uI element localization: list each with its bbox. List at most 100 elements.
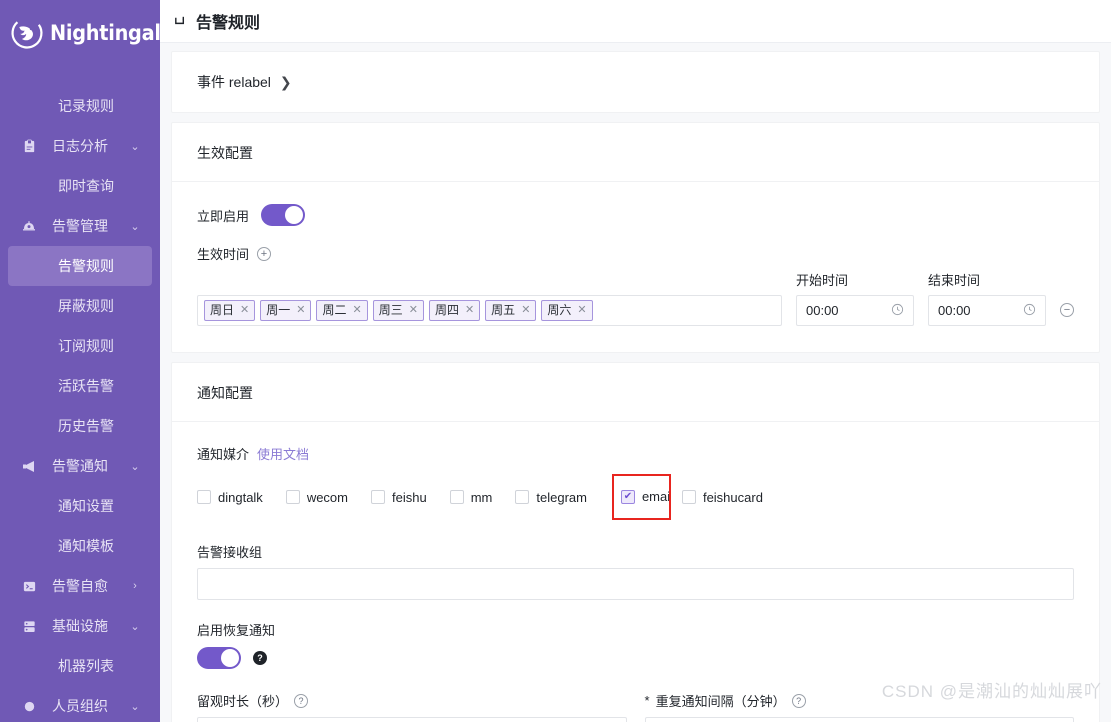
notify-config-card: 通知配置 通知媒介 使用文档 dingtalk wecom feishu mm tele… [171, 362, 1100, 722]
chevron-down-icon[interactable]: ⌄ [124, 700, 146, 713]
weekday-tag-label: 周三 [378, 303, 403, 317]
close-icon[interactable]: ✕ [296, 302, 305, 318]
chevron-down-icon[interactable]: ⌄ [124, 220, 146, 233]
weekday-tag[interactable]: 周三 ✕ [372, 300, 424, 321]
chevron-right-icon[interactable]: ❯ [280, 74, 292, 91]
channel-checkbox-row: dingtalk wecom feishu mm telegram email feishu… [197, 474, 1074, 520]
sidebar-item-13[interactable]: 基础设施 ⌄ [8, 606, 152, 646]
close-icon[interactable]: ✕ [240, 302, 249, 318]
receiver-group-input[interactable] [197, 568, 1074, 600]
document-icon [16, 139, 42, 154]
close-icon[interactable]: ✕ [577, 302, 586, 318]
close-icon[interactable]: ✕ [521, 302, 530, 318]
server-icon [16, 619, 42, 634]
sidebar-item-0[interactable]: 记录规则 [8, 86, 152, 126]
checkbox-box[interactable] [197, 490, 211, 504]
sidebar-item-14[interactable]: 机器列表 [8, 646, 152, 686]
sidebar-item-9[interactable]: 告警通知 ⌄ [8, 446, 152, 486]
weekday-tag-label: 周五 [491, 303, 516, 317]
checkbox-box[interactable] [285, 490, 300, 504]
channel-checkbox-feishucard[interactable]: feishucard [681, 490, 763, 505]
sidebar-item-label: 告警通知 [52, 458, 108, 474]
recovery-toggle-row: ? [197, 647, 1074, 669]
chevron-down-icon[interactable]: ⌄ [124, 140, 146, 153]
help-filled-icon[interactable]: ? [253, 651, 267, 665]
sidebar-item-label: 告警管理 [52, 218, 108, 234]
weekday-tag[interactable]: 周日 ✕ [204, 300, 256, 321]
sidebar-item-7[interactable]: 活跃告警 [8, 366, 152, 406]
checkbox-box[interactable] [681, 490, 696, 504]
plus-circle-icon[interactable]: + [257, 246, 272, 261]
repeat-interval-col: * 重复通知间隔（分钟） ? 60 [644, 691, 1074, 722]
repeat-interval-input[interactable]: 60 [644, 717, 1074, 722]
sidebar-item-11[interactable]: 通知模板 [8, 526, 152, 566]
clock-icon[interactable] [1023, 303, 1036, 319]
minus-circle-icon[interactable]: − [1060, 303, 1074, 317]
notify-config-body: 通知媒介 使用文档 dingtalk wecom feishu mm telegram e… [172, 422, 1099, 722]
effective-time-label: 生效时间 [197, 247, 250, 262]
sidebar-item-label: 日志分析 [52, 138, 108, 154]
close-icon[interactable]: ✕ [352, 302, 361, 318]
chevron-down-icon[interactable]: ⌄ [124, 620, 146, 633]
sidebar-item-6[interactable]: 订阅规则 [8, 326, 152, 366]
sidebar-item-10[interactable]: 通知设置 [8, 486, 152, 526]
sidebar-item-8[interactable]: 历史告警 [8, 406, 152, 446]
weekday-tag-label: 周二 [322, 303, 347, 317]
recovery-toggle[interactable] [197, 647, 241, 669]
breadcrumb-card: 事件 relabel ❯ [171, 51, 1100, 113]
checkbox-box[interactable] [620, 489, 635, 504]
sidebar-item-2[interactable]: 即时查询 [8, 166, 152, 206]
channel-label: wecom [306, 489, 348, 505]
channel-checkbox-feishu[interactable]: feishu [371, 490, 427, 505]
receiver-group-label: 告警接收组 [197, 545, 263, 560]
sidebar-item-4[interactable]: 告警规则 [8, 246, 152, 286]
chevron-down-icon[interactable]: ⌄ [124, 460, 146, 473]
clock-icon[interactable] [891, 303, 904, 319]
sidebar-item-label: 记录规则 [58, 98, 114, 114]
channel-checkbox-telegram[interactable]: telegram [515, 490, 587, 505]
checkbox-box[interactable] [449, 490, 464, 504]
sidebar-item-12[interactable]: 告警自愈 › [8, 566, 152, 606]
channel-label: email [641, 489, 671, 504]
weekday-tag[interactable]: 周六 ✕ [541, 300, 593, 321]
sidebar-item-15[interactable]: 人员组织 ⌄ [8, 686, 152, 722]
app-root: Nightingale 记录规则日志分析 ⌄ 即时查询告警管理 ⌄ 告警规则屏蔽规则订阅… [0, 0, 1111, 722]
sidebar-item-3[interactable]: 告警管理 ⌄ [8, 206, 152, 246]
usage-doc-link[interactable]: 使用文档 [257, 444, 309, 463]
brand-name: Nightingale [50, 21, 160, 45]
checkbox-box[interactable] [371, 490, 385, 504]
end-time-value: 00:00 [938, 303, 971, 318]
observe-duration-input[interactable]: 0 [197, 717, 627, 722]
checkbox-box[interactable] [515, 490, 530, 504]
sidebar-item-label: 人员组织 [52, 698, 108, 714]
brand-logo[interactable]: Nightingale [0, 0, 160, 66]
weekday-tag[interactable]: 周五 ✕ [485, 300, 537, 321]
sidebar-item-label: 告警规则 [58, 258, 114, 274]
repeat-interval-label: 重复通知间隔（分钟） [655, 694, 786, 709]
weekday-tag[interactable]: 周二 ✕ [316, 300, 368, 321]
channel-checkbox-mm[interactable]: mm [449, 490, 492, 505]
help-circle-icon[interactable]: ? [791, 693, 806, 708]
sidebar-item-5[interactable]: 屏蔽规则 [8, 286, 152, 326]
close-icon[interactable]: ✕ [465, 302, 474, 318]
weekday-tag[interactable]: 周一 ✕ [260, 300, 312, 321]
channel-checkbox-email[interactable]: email [620, 489, 671, 504]
breadcrumb[interactable]: 事件 relabel ❯ [172, 52, 1099, 112]
observe-duration-col: 留观时长（秒） ? 0 [197, 691, 627, 722]
start-time-input[interactable]: 00:00 [796, 295, 914, 326]
breadcrumb-label: 事件 relabel [197, 74, 271, 90]
back-arrow-icon[interactable] [173, 14, 188, 29]
end-time-input[interactable]: 00:00 [928, 295, 1046, 326]
weekday-tag[interactable]: 周四 ✕ [428, 300, 481, 321]
sidebar-item-1[interactable]: 日志分析 ⌄ [8, 126, 152, 166]
chevron-right-icon[interactable]: › [124, 580, 146, 592]
channel-checkbox-wecom[interactable]: wecom [285, 489, 348, 505]
channel-checkbox-dingtalk[interactable]: dingtalk [197, 490, 263, 505]
enable-now-toggle[interactable] [261, 204, 306, 226]
weekday-tag-input[interactable]: 周日 ✕ 周一 ✕ 周二 ✕ 周三 ✕ 周四 ✕ 周五 ✕ 周六 ✕ [197, 295, 782, 326]
help-circle-icon[interactable]: ? [294, 693, 309, 708]
page-header: 告警规则 [160, 0, 1111, 43]
effective-config-body: 立即启用 生效时间 + 周日 ✕ 周一 ✕ 周二 ✕ 周三 ✕ 周四 ✕ 周五 ✕ 周六 ✕ 开始时间 0… [172, 182, 1099, 352]
close-icon[interactable]: ✕ [409, 302, 418, 318]
scroll-area[interactable]: 事件 relabel ❯ 生效配置 立即启用 生效时间 + 周日 ✕ 周一 ✕ … [160, 43, 1111, 722]
